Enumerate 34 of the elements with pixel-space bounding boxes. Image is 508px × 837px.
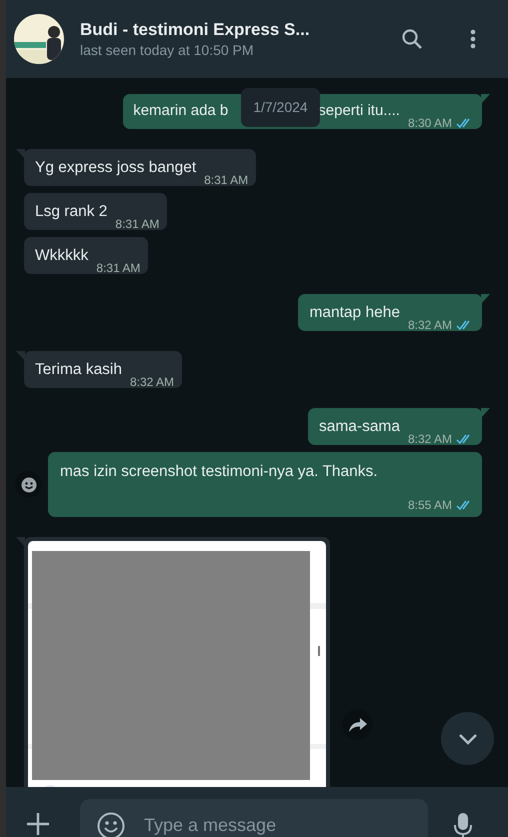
date-chip: 1/7/2024 — [241, 88, 320, 127]
message-text: Terima kasih — [35, 360, 122, 380]
avatar-icon — [14, 14, 64, 64]
menu-button[interactable] — [468, 27, 478, 51]
emoji-icon — [97, 812, 125, 837]
message-text: mantap hehe — [309, 302, 400, 323]
microphone-icon — [454, 813, 472, 837]
smiley-icon — [20, 476, 36, 492]
message-time: 8:30 AM — [408, 115, 452, 132]
message-text: sama-sama — [319, 416, 400, 437]
message-text: Yg express joss banget — [35, 158, 196, 178]
forward-button[interactable] — [342, 709, 373, 740]
menu-icon — [470, 29, 476, 49]
message-input[interactable]: Type a message — [144, 812, 344, 837]
plus-icon — [27, 813, 49, 835]
message-time: 8:55 AM — [408, 497, 452, 514]
last-seen-status: last seen today at 10:50 PM — [80, 41, 255, 59]
message-time: 8:32 AM — [408, 431, 452, 448]
message-text: Lsg rank 2 — [35, 202, 108, 222]
message-input-field[interactable]: Type a message — [80, 799, 428, 837]
message-time: 8:32 AM — [130, 374, 174, 391]
message-text: seperti itu.... — [318, 101, 400, 122]
message-text: mas izin screenshot testimoni-nya ya. Thanks. — [60, 462, 379, 482]
message-text: Wkkkkk — [35, 246, 88, 266]
chevron-down-icon — [458, 732, 478, 744]
emoji-reaction-button[interactable] — [15, 471, 42, 498]
message-time: 8:32 AM — [408, 317, 452, 334]
contact-name: Budi - testimoni Express S... — [80, 19, 311, 41]
message-text: kemarin ada b — [133, 101, 228, 122]
search-icon — [401, 28, 423, 50]
message-time: 8:31 AM — [115, 216, 160, 233]
message-time: 8:31 AM — [204, 172, 248, 189]
forward-arrow-icon — [348, 718, 366, 732]
message-time: 8:31 AM — [96, 260, 140, 277]
